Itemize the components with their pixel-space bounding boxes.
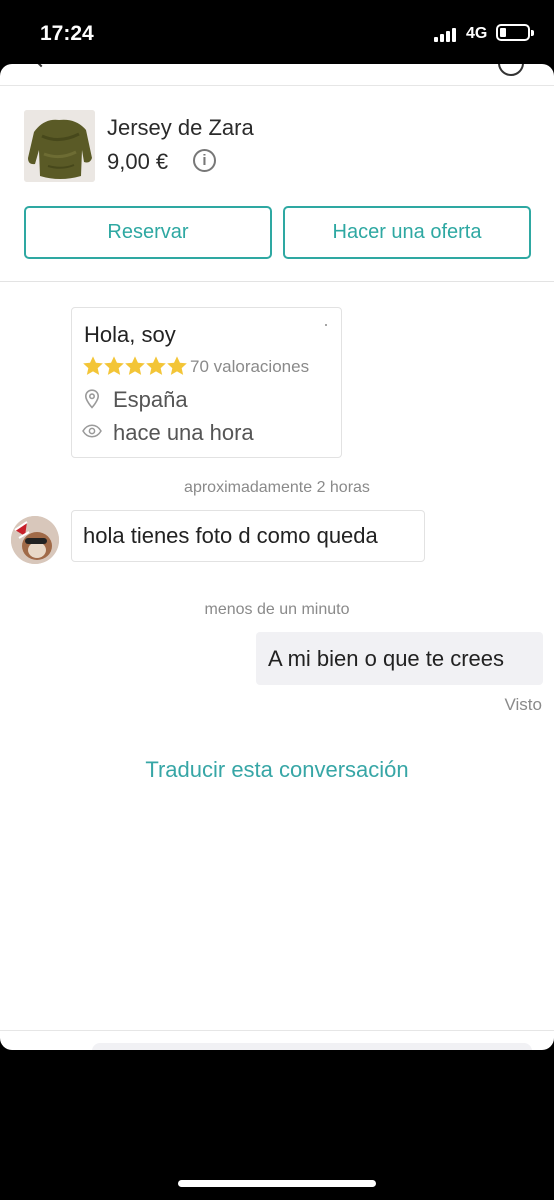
- star-icon: [125, 356, 145, 375]
- battery-icon: [496, 24, 534, 41]
- phone-screen: 17:24 4G Jersey de Zara 9,00 € i Reserva…: [0, 0, 554, 1200]
- status-bar: 17:24 4G: [0, 0, 554, 64]
- avatar[interactable]: [11, 516, 59, 564]
- product-price: 9,00 €: [107, 149, 169, 174]
- profile-name: Hola, soy: [84, 322, 176, 347]
- profile-dot: [325, 324, 327, 326]
- location-pin-icon: [84, 389, 100, 409]
- status-time: 17:24: [40, 22, 94, 45]
- back-icon[interactable]: [36, 64, 46, 68]
- more-icon[interactable]: [498, 64, 524, 76]
- message-timestamp: menos de un minuto: [204, 601, 350, 618]
- network-type: 4G: [466, 25, 488, 42]
- star-icon: [83, 356, 103, 375]
- rating-count: 70 valoraciones: [190, 357, 310, 376]
- message-input[interactable]: [92, 1043, 532, 1050]
- seller-profile-card[interactable]: Hola, soy 70 valoraciones España hace un…: [71, 307, 342, 458]
- incoming-message: hola tienes foto d como queda: [71, 510, 425, 562]
- chat-screen: Jersey de Zara 9,00 € i Reservar Hacer u…: [0, 64, 554, 1050]
- message-timestamp: aproximadamente 2 horas: [184, 479, 370, 496]
- info-icon[interactable]: i: [193, 149, 216, 172]
- nav-bar: [0, 64, 554, 86]
- product-title[interactable]: Jersey de Zara: [107, 115, 254, 141]
- message-composer: [0, 1030, 554, 1050]
- star-icon: [146, 356, 166, 375]
- reserve-button[interactable]: Reservar: [24, 206, 272, 259]
- home-indicator[interactable]: [178, 1180, 376, 1187]
- outgoing-message: A mi bien o que te crees: [256, 632, 543, 685]
- product-header: Jersey de Zara 9,00 € i Reservar Hacer u…: [0, 86, 554, 282]
- signal-icon: [434, 28, 460, 42]
- make-offer-button[interactable]: Hacer una oferta: [283, 206, 531, 259]
- profile-location: España: [113, 387, 188, 412]
- translate-conversation-link[interactable]: Traducir esta conversación: [0, 757, 554, 783]
- star-icon: [167, 356, 187, 375]
- profile-last-seen: hace una hora: [113, 420, 254, 445]
- eye-icon: [82, 424, 102, 438]
- read-receipt: Visto: [504, 695, 543, 714]
- product-thumbnail[interactable]: [24, 110, 95, 182]
- star-icon: [104, 356, 124, 375]
